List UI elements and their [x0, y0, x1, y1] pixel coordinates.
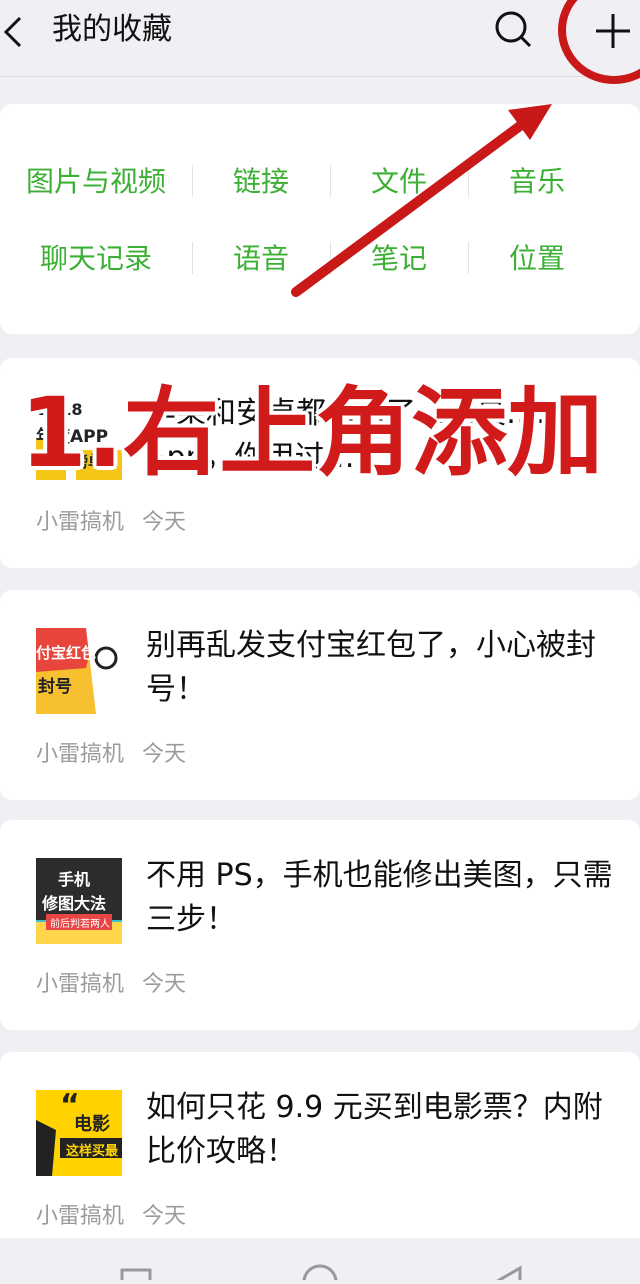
item-thumbnail: 付宝红包 封号 [36, 628, 122, 714]
item-title: 别再乱发支付宝红包了，小心被封号！ [146, 628, 596, 707]
item-meta: 小雷搞机 今天 [36, 1202, 204, 1232]
item-source: 小雷搞机 [36, 972, 125, 997]
item-meta: 小雷搞机 今天 [36, 970, 204, 1000]
thumb-text: 修图大法 [42, 894, 107, 913]
item-date: 今天 [142, 510, 187, 535]
thumb-text: 手机 [58, 870, 91, 889]
item-source: 小雷搞机 [36, 742, 125, 767]
item-source: 小雷搞机 [36, 1204, 125, 1229]
annotation-text: 1.右上角添加 [20, 377, 604, 489]
recent-apps-icon[interactable] [120, 1268, 152, 1284]
item-thumbnail: “ 电影 这样买最 [36, 1090, 122, 1176]
thumb-text: 付宝红包 [36, 644, 97, 662]
favorite-item[interactable]: 手机 修图大法 前后判若两人 不用 PS，手机也能修出美图，只需三步！ 小雷搞机… [0, 820, 640, 1030]
item-title: 如何只花 9.9 元买到电影票？内附比价攻略！ [146, 1090, 603, 1169]
thumb-text: 前后判若两人 [50, 919, 110, 930]
bottom-navigation [0, 1238, 640, 1284]
item-title: 不用 PS，手机也能修出美图，只需三步！ [146, 858, 613, 937]
favorite-item[interactable]: 付宝红包 封号 别再乱发支付宝红包了，小心被封号！ 小雷搞机 今天 [0, 590, 640, 800]
item-meta: 小雷搞机 今天 [36, 508, 204, 538]
item-source: 小雷搞机 [36, 510, 125, 535]
home-icon[interactable] [302, 1264, 338, 1284]
thumb-text: 封号 [38, 677, 72, 697]
favorite-item[interactable]: “ 电影 这样买最 如何只花 9.9 元买到电影票？内附比价攻略！ 小雷搞机 今天 [0, 1052, 640, 1262]
thumb-text: 这样买最 [66, 1144, 119, 1159]
item-meta: 小雷搞机 今天 [36, 740, 204, 770]
annotation-circle [558, 0, 640, 84]
item-thumbnail: 手机 修图大法 前后判若两人 [36, 858, 122, 944]
item-date: 今天 [142, 1204, 187, 1229]
back-nav-icon[interactable] [493, 1265, 522, 1284]
item-date: 今天 [142, 742, 187, 767]
thumb-text: 电影 [74, 1114, 110, 1135]
item-date: 今天 [142, 972, 187, 997]
